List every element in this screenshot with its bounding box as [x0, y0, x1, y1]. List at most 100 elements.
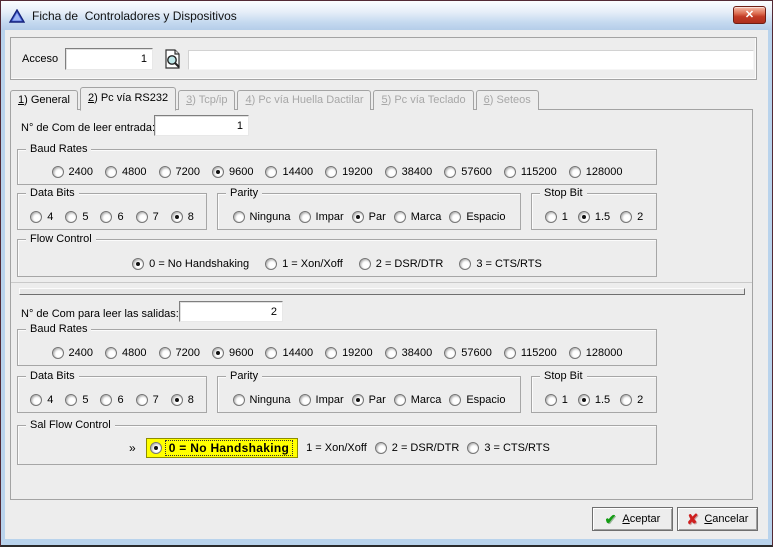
parity-options-salidas: Ninguna Impar Par Marca Espacio	[221, 394, 517, 406]
radio-2-dsr-dtr[interactable]: 2 = DSR/DTR	[359, 258, 444, 270]
radio-label: 4	[47, 394, 53, 406]
radio-3-cts-rts[interactable]: 3 = CTS/RTS	[467, 442, 550, 454]
radio-button-icon	[352, 211, 364, 223]
radio-label: 4800	[122, 166, 146, 178]
radio-label: Marca	[411, 394, 442, 406]
cross-icon: ✘	[687, 512, 699, 526]
radio-button-icon	[444, 347, 456, 359]
radio-label: Marca	[411, 211, 442, 223]
radio-1-5[interactable]: 1.5	[578, 394, 610, 406]
radio-button-icon	[394, 394, 406, 406]
radio-1-xon-xoff[interactable]: 1 = Xon/Xoff	[265, 258, 343, 270]
acceso-description-field	[188, 50, 754, 70]
group-title: Sal Flow Control	[26, 419, 115, 431]
tab-2-pc-v-a-rs232[interactable]: 2) Pc vía RS232	[80, 87, 176, 111]
radio-1-5[interactable]: 1.5	[578, 211, 610, 223]
radio-espacio[interactable]: Espacio	[449, 394, 505, 406]
stop-bit-options-entrada: 11.52	[535, 211, 653, 223]
baud-rates-group-entrada: Baud Rates 24004800720096001440019200384…	[17, 149, 657, 185]
radio-1[interactable]: 1	[545, 394, 568, 406]
radio-2400[interactable]: 2400	[52, 166, 93, 178]
com-salidas-input[interactable]	[179, 301, 283, 322]
radio-button-icon	[569, 166, 581, 178]
radio-button-icon	[504, 347, 516, 359]
radio-2400[interactable]: 2400	[52, 347, 93, 359]
radio-7200[interactable]: 7200	[159, 166, 200, 178]
radio-7[interactable]: 7	[136, 211, 159, 223]
radio-ninguna[interactable]: Ninguna	[233, 211, 291, 223]
radio-marca[interactable]: Marca	[394, 211, 442, 223]
radio-128000[interactable]: 128000	[569, 347, 623, 359]
radio-par[interactable]: Par	[352, 211, 386, 223]
aceptar-button[interactable]: ✔ Aceptar	[592, 507, 673, 531]
acceso-panel: Acceso	[10, 37, 757, 80]
radio-7200[interactable]: 7200	[159, 347, 200, 359]
radio-impar[interactable]: Impar	[299, 394, 344, 406]
radio-2[interactable]: 2	[620, 211, 643, 223]
radio-4[interactable]: 4	[30, 211, 53, 223]
radio-8[interactable]: 8	[171, 211, 194, 223]
radio-impar[interactable]: Impar	[299, 211, 344, 223]
radio-38400[interactable]: 38400	[385, 347, 433, 359]
data-bits-group-entrada: Data Bits 45678	[17, 193, 207, 230]
radio-115200[interactable]: 115200	[504, 347, 557, 359]
section-divider-bar	[19, 288, 745, 295]
radio-label: 19200	[342, 166, 373, 178]
cancelar-button[interactable]: ✘ Cancelar	[677, 507, 758, 531]
browse-record-button[interactable]	[161, 48, 185, 71]
radio-par[interactable]: Par	[352, 394, 386, 406]
acceso-input[interactable]	[65, 48, 153, 70]
radio-marca[interactable]: Marca	[394, 394, 442, 406]
radio-label: 8	[188, 394, 194, 406]
radio-1-xon-xoff[interactable]: 1 = Xon/Xoff	[306, 442, 367, 454]
radio-label: 1	[562, 394, 568, 406]
group-title: Data Bits	[26, 370, 79, 382]
acceso-label: Acceso	[22, 53, 58, 65]
radio-3-cts-rts[interactable]: 3 = CTS/RTS	[459, 258, 542, 270]
radio-4800[interactable]: 4800	[105, 166, 146, 178]
tab-label: ) Pc vía RS232	[94, 92, 168, 104]
radio-label: Par	[369, 211, 386, 223]
cancelar-label: Cancelar	[704, 513, 748, 525]
parity-group-salidas: Parity NingunaImparParMarcaEspacio	[217, 376, 521, 413]
radio-5[interactable]: 5	[65, 394, 88, 406]
flow-control-group-entrada: Flow Control 0 = No Handshaking1 = Xon/X…	[17, 239, 657, 277]
radio-9600[interactable]: 9600	[212, 347, 253, 359]
radio-0-no-handshaking[interactable]: 0 = No Handshaking	[146, 438, 298, 458]
com-entrada-input[interactable]	[154, 115, 249, 136]
group-title: Baud Rates	[26, 323, 91, 335]
stop-bit-group-entrada: Stop Bit 11.52	[531, 193, 657, 230]
radio-0-no-handshaking[interactable]: 0 = No Handshaking	[132, 258, 249, 270]
radio-4800[interactable]: 4800	[105, 347, 146, 359]
close-button[interactable]: ✕	[733, 6, 766, 24]
radio-115200[interactable]: 115200	[504, 166, 557, 178]
title-bar: Ficha de Controladores y Dispositivos ✕	[1, 1, 772, 30]
radio-button-icon	[100, 211, 112, 223]
radio-9600[interactable]: 9600	[212, 166, 253, 178]
radio-6[interactable]: 6	[100, 394, 123, 406]
radio-14400[interactable]: 14400	[265, 347, 313, 359]
radio-2[interactable]: 2	[620, 394, 643, 406]
radio-128000[interactable]: 128000	[569, 166, 623, 178]
radio-57600[interactable]: 57600	[444, 166, 492, 178]
radio-7[interactable]: 7	[136, 394, 159, 406]
tab-1-general[interactable]: 1) General	[10, 90, 78, 110]
radio-5[interactable]: 5	[65, 211, 88, 223]
radio-8[interactable]: 8	[171, 394, 194, 406]
radio-19200[interactable]: 19200	[325, 347, 373, 359]
radio-14400[interactable]: 14400	[265, 166, 313, 178]
radio-4[interactable]: 4	[30, 394, 53, 406]
radio-label: 7	[153, 394, 159, 406]
radio-ninguna[interactable]: Ninguna	[233, 394, 291, 406]
radio-button-icon	[449, 211, 461, 223]
radio-2-dsr-dtr[interactable]: 2 = DSR/DTR	[375, 442, 460, 454]
stop-bit-options-salidas: 11.52	[535, 394, 653, 406]
radio-19200[interactable]: 19200	[325, 166, 373, 178]
radio-label: 3 = CTS/RTS	[476, 258, 542, 270]
radio-57600[interactable]: 57600	[444, 347, 492, 359]
radio-38400[interactable]: 38400	[385, 166, 433, 178]
radio-label: 128000	[586, 166, 623, 178]
radio-espacio[interactable]: Espacio	[449, 211, 505, 223]
radio-1[interactable]: 1	[545, 211, 568, 223]
radio-6[interactable]: 6	[100, 211, 123, 223]
